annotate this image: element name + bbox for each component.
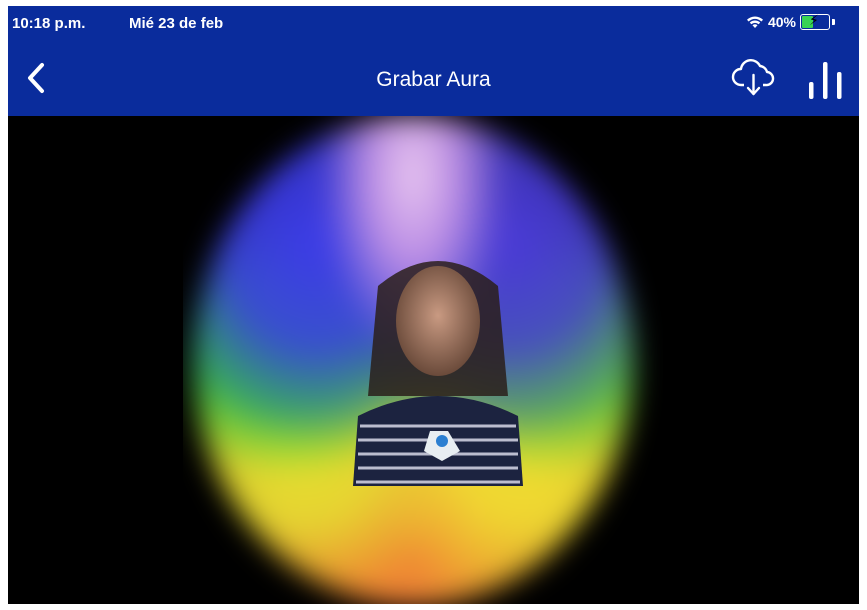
battery-icon: ⚡ xyxy=(800,12,830,30)
levels-button[interactable] xyxy=(804,58,850,102)
status-time: 10:18 p.m. xyxy=(12,15,86,32)
aura-camera-view xyxy=(183,116,663,604)
battery-percent: 40% xyxy=(767,14,796,30)
bar-levels-icon xyxy=(809,62,842,99)
battery-cap xyxy=(832,19,835,25)
wifi-icon xyxy=(746,16,763,28)
app-frame: 10:18 p.m. Mié 23 de feb 40% ⚡ Grabar Au… xyxy=(8,6,859,604)
cloud-download-icon xyxy=(731,59,775,96)
person-silhouette xyxy=(353,261,523,486)
charging-bolt-icon: ⚡ xyxy=(809,12,819,28)
status-date: Mié 23 de feb xyxy=(129,15,224,32)
cloud-download-button[interactable] xyxy=(731,58,777,98)
navigation-bar: 10:18 p.m. Mié 23 de feb 40% ⚡ Grabar Au… xyxy=(8,6,859,116)
status-indicators: 40% ⚡ xyxy=(746,12,835,30)
